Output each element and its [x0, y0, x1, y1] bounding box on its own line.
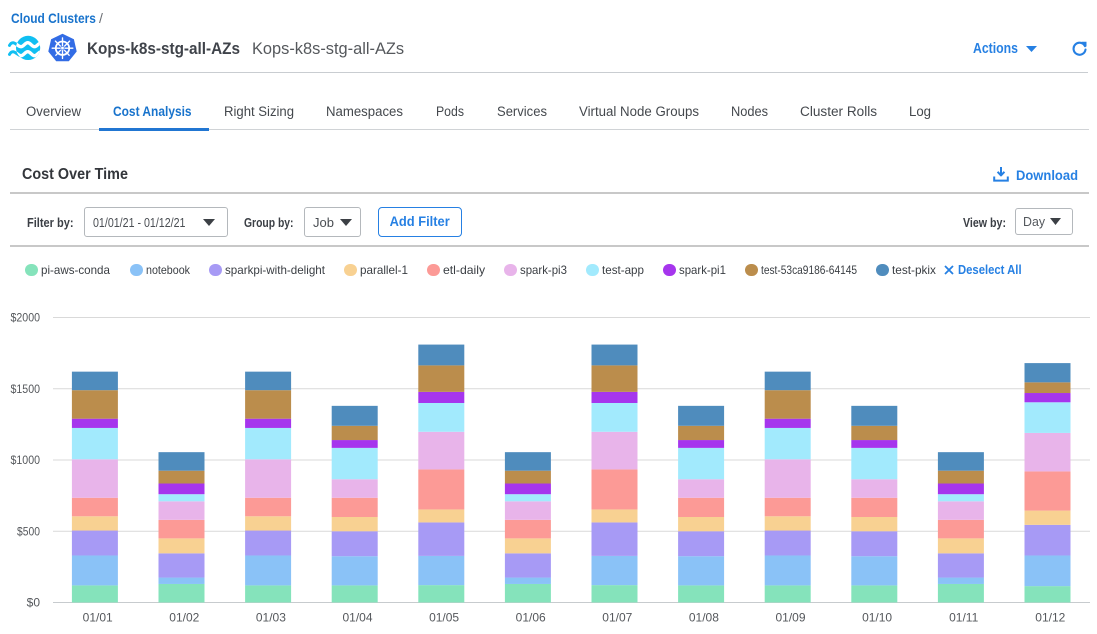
svg-text:01/12: 01/12	[1035, 611, 1065, 625]
svg-text:$1500: $1500	[11, 382, 41, 396]
svg-text:$500: $500	[17, 524, 40, 538]
svg-text:$1000: $1000	[11, 453, 41, 467]
svg-text:01/02: 01/02	[169, 611, 199, 625]
svg-text:01/05: 01/05	[429, 611, 459, 625]
svg-text:$0: $0	[27, 596, 41, 610]
svg-text:01/10: 01/10	[862, 611, 892, 625]
svg-text:01/03: 01/03	[256, 611, 286, 625]
svg-text:01/04: 01/04	[342, 611, 372, 625]
svg-text:01/01: 01/01	[83, 611, 113, 625]
svg-text:01/06: 01/06	[516, 611, 546, 625]
svg-text:01/07: 01/07	[602, 611, 632, 625]
svg-text:01/11: 01/11	[949, 611, 978, 625]
svg-text:$2000: $2000	[11, 311, 41, 325]
svg-text:01/08: 01/08	[689, 611, 719, 625]
svg-text:01/09: 01/09	[775, 611, 805, 625]
